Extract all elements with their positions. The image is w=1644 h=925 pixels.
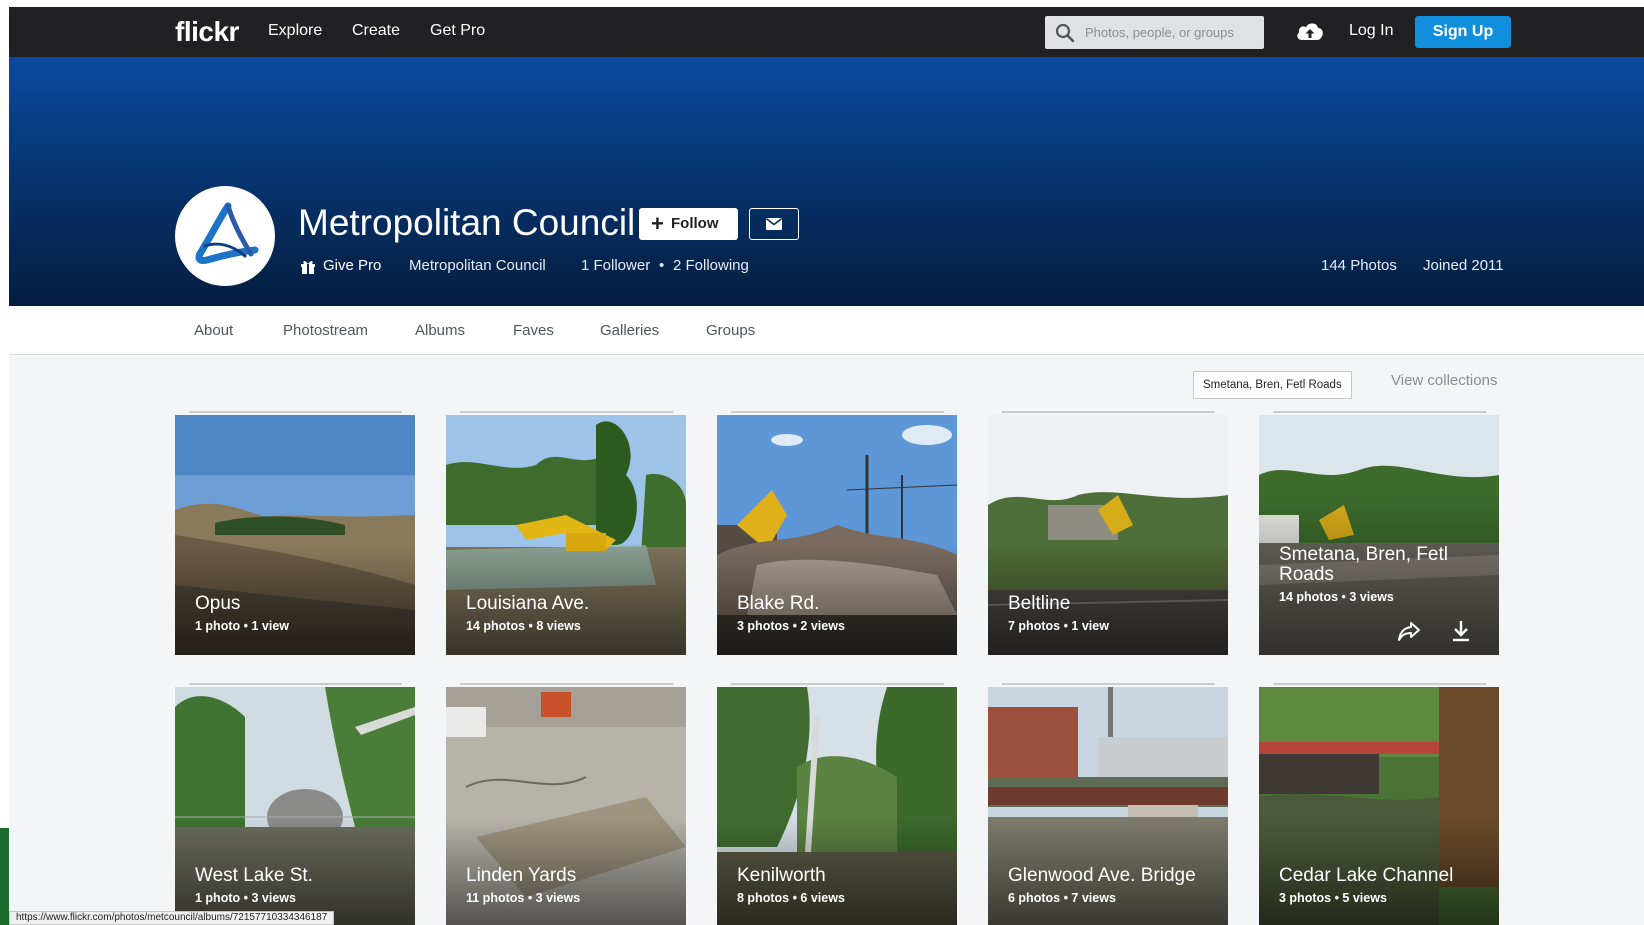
tab-galleries[interactable]: Galleries <box>600 322 659 339</box>
meta-separator: • <box>659 257 665 274</box>
browser-viewport: flickr Explore Create Get Pro Log In Sig… <box>9 7 1644 925</box>
album-stack-edge <box>731 411 944 413</box>
album-tile-louisiana-ave[interactable]: Louisiana Ave. 14 photos • 8 views <box>446 415 686 655</box>
album-actions <box>1397 619 1477 643</box>
album-tile-kenilworth[interactable]: Kenilworth 8 photos • 6 views <box>717 687 957 925</box>
album-stats: 11 photos • 3 views <box>466 891 581 905</box>
tab-photostream[interactable]: Photostream <box>283 322 368 339</box>
album-stats: 6 photos • 7 views <box>1008 891 1116 905</box>
album-stats: 1 photo • 1 view <box>195 619 289 633</box>
login-link[interactable]: Log In <box>1349 22 1393 40</box>
followers-count[interactable]: 1 Follower <box>581 257 650 274</box>
profile-name: Metropolitan Council <box>298 202 636 243</box>
search-box <box>1045 16 1264 49</box>
album-tile-blake-rd[interactable]: Blake Rd. 3 photos • 2 views <box>717 415 957 655</box>
nav-get-pro[interactable]: Get Pro <box>430 22 485 40</box>
profile-cover: Metropolitan Council + Follow Give Pro M… <box>9 57 1644 306</box>
tab-faves[interactable]: Faves <box>513 322 554 339</box>
album-tile-west-lake-st[interactable]: West Lake St. 1 photo • 3 views <box>175 687 415 925</box>
album-stats: 8 photos • 6 views <box>737 891 845 905</box>
album-tile-glenwood-ave-bridge[interactable]: Glenwood Ave. Bridge 6 photos • 7 views <box>988 687 1228 925</box>
album-stack-edge <box>1002 411 1215 413</box>
album-stats: 7 photos • 1 view <box>1008 619 1109 633</box>
album-title: Opus <box>195 593 241 614</box>
album-stats: 14 photos • 3 views <box>1279 590 1394 604</box>
share-icon[interactable] <box>1397 619 1421 643</box>
album-title: Linden Yards <box>466 865 577 886</box>
browser-status-url: https://www.flickr.com/photos/metcouncil… <box>9 911 335 925</box>
photos-count: 144 Photos <box>1321 257 1397 274</box>
album-title: Glenwood Ave. Bridge <box>1008 865 1196 886</box>
top-navigation-bar: flickr Explore Create Get Pro Log In Sig… <box>9 7 1644 57</box>
background-window-edge <box>0 828 9 925</box>
following-count[interactable]: 2 Following <box>673 257 749 274</box>
album-title: Blake Rd. <box>737 593 820 614</box>
avatar[interactable] <box>175 186 275 286</box>
album-stack-edge <box>1273 683 1486 685</box>
nav-create[interactable]: Create <box>352 22 400 40</box>
tab-groups[interactable]: Groups <box>706 322 755 339</box>
album-stats: 1 photo • 3 views <box>195 891 296 905</box>
flickr-logo[interactable]: flickr <box>175 16 239 48</box>
album-tile-smetana-bren-fetl-roads[interactable]: Smetana, Bren, Fetl Roads 14 photos • 3 … <box>1259 415 1499 655</box>
album-stats: 14 photos • 8 views <box>466 619 581 633</box>
album-tile-beltline[interactable]: Beltline 7 photos • 1 view <box>988 415 1228 655</box>
album-stats: 3 photos • 2 views <box>737 619 845 633</box>
download-icon[interactable] <box>1449 619 1473 643</box>
album-tile-opus[interactable]: Opus 1 photo • 1 view <box>175 415 415 655</box>
search-input[interactable] <box>1085 16 1260 49</box>
album-stack-edge <box>460 411 673 413</box>
album-stats: 3 photos • 5 views <box>1279 891 1387 905</box>
search-icon[interactable] <box>1055 23 1075 43</box>
album-stack-edge <box>189 411 402 413</box>
message-button[interactable] <box>749 208 799 240</box>
view-collections-link[interactable]: View collections <box>1391 372 1497 389</box>
album-title: Smetana, Bren, Fetl Roads <box>1279 544 1448 585</box>
album-title: Beltline <box>1008 593 1071 614</box>
album-stack-edge <box>1002 683 1215 685</box>
metropolitan-council-logo <box>195 202 259 264</box>
album-tooltip: Smetana, Bren, Fetl Roads <box>1193 371 1352 399</box>
album-title: Louisiana Ave. <box>466 593 590 614</box>
nav-explore[interactable]: Explore <box>268 22 322 40</box>
tab-albums[interactable]: Albums <box>415 322 465 339</box>
album-stack-edge <box>1273 411 1486 413</box>
mail-icon <box>766 218 782 230</box>
album-title: Kenilworth <box>737 865 826 886</box>
album-stack-edge <box>731 683 944 685</box>
follow-button[interactable]: + Follow <box>639 208 738 240</box>
plus-icon: + <box>651 211 664 236</box>
tab-about[interactable]: About <box>194 322 233 339</box>
joined-date: Joined 2011 <box>1423 257 1504 274</box>
cloud-upload-icon[interactable] <box>1295 18 1325 44</box>
album-tile-cedar-lake-channel[interactable]: Cedar Lake Channel 3 photos • 5 views <box>1259 687 1499 925</box>
give-pro-label: Give Pro <box>323 257 382 274</box>
signup-button[interactable]: Sign Up <box>1415 16 1511 48</box>
album-title: Cedar Lake Channel <box>1279 865 1454 886</box>
album-stack-edge <box>189 683 402 685</box>
profile-tabs: About Photostream Albums Faves Galleries… <box>9 306 1644 355</box>
follow-label: Follow <box>671 215 719 232</box>
gift-icon <box>301 260 315 274</box>
profile-real-name: Metropolitan Council <box>409 257 546 274</box>
album-tile-linden-yards[interactable]: Linden Yards 11 photos • 3 views <box>446 687 686 925</box>
album-title: West Lake St. <box>195 865 313 886</box>
album-stack-edge <box>460 683 673 685</box>
